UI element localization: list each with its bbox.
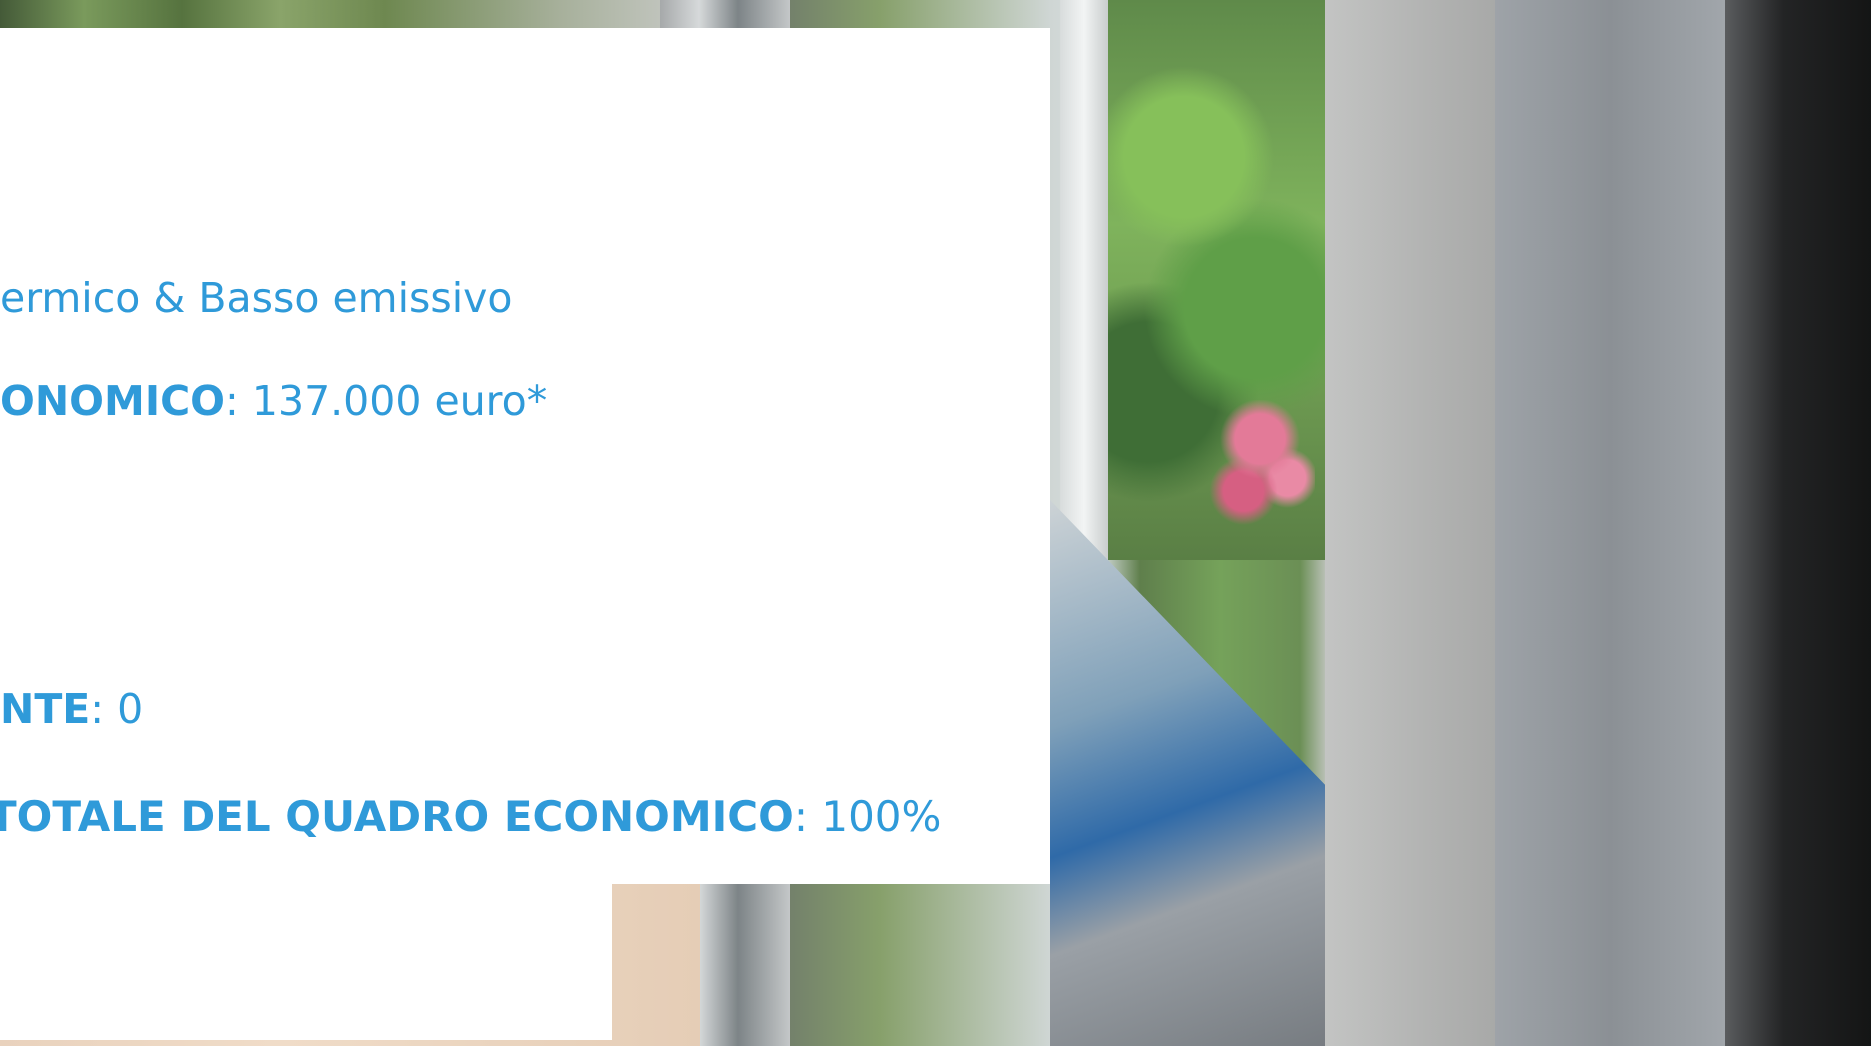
glass-type-line: ermico & Basso emissivo	[0, 278, 512, 319]
separator: :	[793, 792, 808, 841]
economic-framework-label: ONOMICO	[0, 377, 226, 425]
cofinancing-value: 0	[104, 685, 144, 733]
info-card: ermico & Basso emissivo ONOMICO: 137.000…	[0, 28, 1050, 884]
financing-percent-label: TOTALE DEL QUADRO ECONOMICO	[0, 792, 794, 841]
photo-flowers	[1205, 400, 1315, 530]
photo-frame-dark	[1725, 0, 1871, 1046]
cofinancing-line: NTE: 0	[0, 689, 143, 730]
photo-window-sash	[1050, 500, 1340, 1046]
page: ermico & Basso emissivo ONOMICO: 137.000…	[0, 0, 1871, 1046]
photo-frame-mid	[1495, 0, 1725, 1046]
photo-frame-light	[1325, 0, 1495, 1046]
glass-type-text: ermico & Basso emissivo	[0, 274, 513, 322]
lower-card	[0, 884, 612, 1040]
financing-percent-value: 100%	[808, 792, 942, 841]
economic-framework-line: ONOMICO: 137.000 euro*	[0, 381, 547, 422]
economic-framework-value: 137.000 euro*	[238, 377, 548, 425]
separator: :	[90, 685, 105, 733]
separator: :	[225, 377, 239, 425]
cofinancing-label: NTE	[0, 685, 91, 733]
financing-percent-line: TOTALE DEL QUADRO ECONOMICO: 100%	[0, 796, 941, 838]
